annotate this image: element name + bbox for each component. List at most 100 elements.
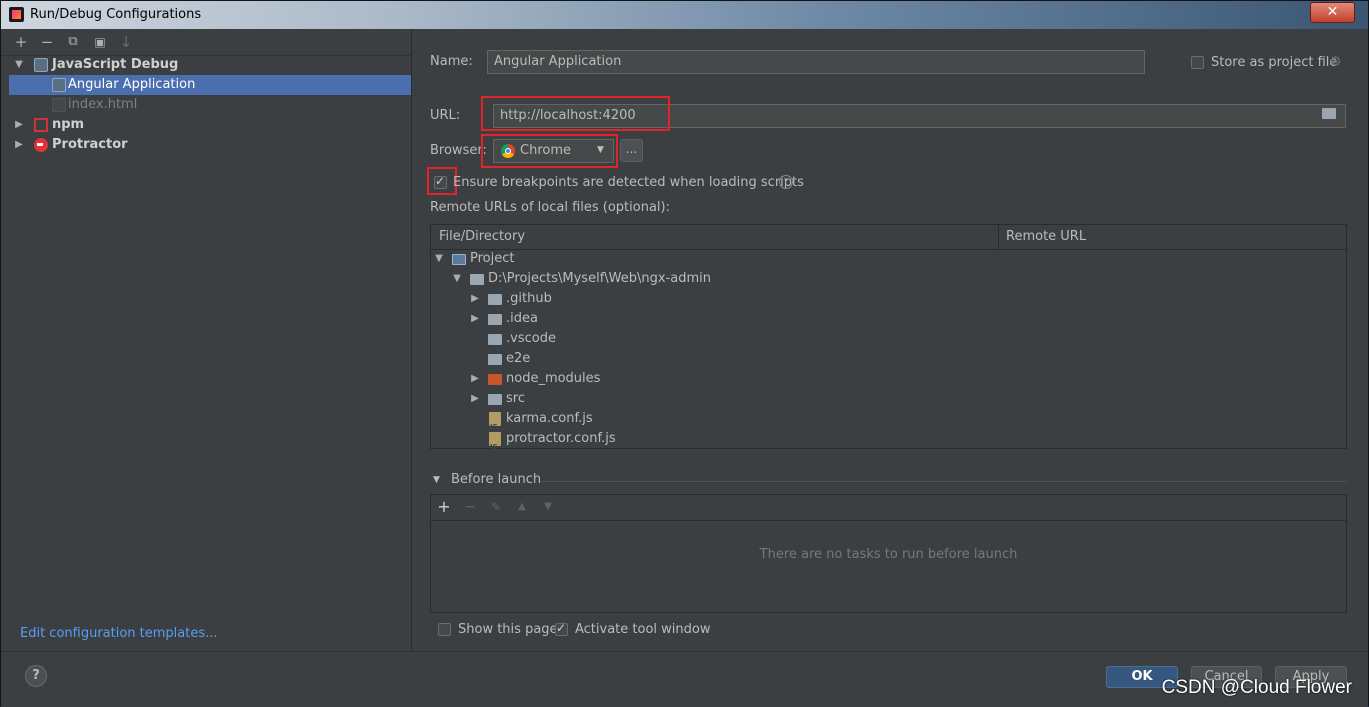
activate-tool-window-label: Activate tool window xyxy=(575,622,711,637)
before-launch-toolbar: + − ✎ ▲ ▼ xyxy=(431,495,1346,521)
chevron-right-icon[interactable]: ▶ xyxy=(470,389,480,409)
folder-icon xyxy=(488,354,502,365)
table-row[interactable]: ▶ src xyxy=(431,389,1346,409)
remove-task-button[interactable]: − xyxy=(461,498,479,516)
gear-icon[interactable]: ⚙ xyxy=(1329,54,1342,70)
name-label: Name: xyxy=(430,54,473,69)
tree-group-label: npm xyxy=(52,117,85,132)
add-config-button[interactable]: + xyxy=(12,33,30,51)
row-label: Project xyxy=(470,251,515,266)
folder-icon xyxy=(488,294,502,305)
column-file-directory[interactable]: File/Directory xyxy=(439,225,525,249)
tree-item-label: Angular Application xyxy=(68,77,196,92)
row-label: karma.conf.js xyxy=(506,411,593,426)
add-task-button[interactable]: + xyxy=(435,498,453,516)
close-button[interactable]: ✕ xyxy=(1310,2,1355,23)
new-folder-button[interactable]: ▣ xyxy=(91,33,109,51)
chevron-down-icon[interactable]: ▼ xyxy=(434,249,444,269)
intellij-app-icon xyxy=(9,7,24,22)
before-launch-title[interactable]: Before launch xyxy=(451,472,541,487)
tree-group-label: Protractor xyxy=(52,137,128,152)
move-down-button[interactable]: ▼ xyxy=(539,498,557,516)
ensure-breakpoints-label: Ensure breakpoints are detected when loa… xyxy=(453,175,804,190)
npm-icon xyxy=(34,118,48,132)
chevron-down-icon[interactable]: ▼ xyxy=(452,269,462,289)
chrome-icon xyxy=(501,144,515,158)
configuration-editor: Name: Angular Application Store as proje… xyxy=(412,29,1368,651)
help-icon[interactable]: ? xyxy=(779,175,793,189)
chevron-down-icon[interactable]: ▼ xyxy=(433,475,440,485)
table-row[interactable]: ▶ node_modules xyxy=(431,369,1346,389)
tree-item-label: index.html xyxy=(68,97,138,112)
chevron-right-icon[interactable]: ▶ xyxy=(14,135,24,155)
before-launch-panel: + − ✎ ▲ ▼ There are no tasks to run befo… xyxy=(430,494,1347,613)
table-row[interactable]: e2e xyxy=(431,349,1346,369)
remote-urls-table: File/Directory Remote URL ▼ Project ▼ D:… xyxy=(430,224,1347,457)
empty-tasks-message: There are no tasks to run before launch xyxy=(759,547,1018,562)
row-label: D:\Projects\Myself\Web\ngx-admin xyxy=(488,271,711,286)
sidebar-toolbar: + − ⧉ ▣ ↓ xyxy=(1,29,411,56)
folder-icon xyxy=(488,314,502,325)
remove-config-button[interactable]: − xyxy=(38,33,56,51)
folder-icon xyxy=(488,394,502,405)
chevron-down-icon[interactable]: ▼ xyxy=(14,55,24,75)
chevron-right-icon[interactable]: ▶ xyxy=(14,115,24,135)
js-file-icon xyxy=(489,412,501,437)
row-label: .vscode xyxy=(506,331,556,346)
row-label: .github xyxy=(506,291,552,306)
chevron-right-icon[interactable]: ▶ xyxy=(470,369,480,389)
tree-group-label: JavaScript Debug xyxy=(52,57,179,72)
window-title: Run/Debug Configurations xyxy=(30,7,202,22)
edit-configuration-templates-link[interactable]: Edit configuration templates... xyxy=(20,626,218,641)
javascript-debug-icon xyxy=(34,58,48,72)
browser-label: Browser: xyxy=(430,143,487,158)
copy-config-button[interactable]: ⧉ xyxy=(64,33,82,51)
url-input[interactable]: http://localhost:4200 xyxy=(493,104,1346,128)
table-header: File/Directory Remote URL xyxy=(431,225,1346,250)
title-bar: Run/Debug Configurations ✕ xyxy=(1,1,1368,29)
help-button[interactable]: ? xyxy=(25,665,47,687)
row-label: protractor.conf.js xyxy=(506,431,616,446)
activate-tool-window-checkbox[interactable] xyxy=(555,621,568,636)
table-row[interactable]: .vscode xyxy=(431,329,1346,349)
table-row[interactable]: ▼ D:\Projects\Myself\Web\ngx-admin xyxy=(431,269,1346,289)
tree-item-angular-application[interactable]: Angular Application xyxy=(9,75,411,95)
url-label: URL: xyxy=(430,108,461,123)
folder-icon xyxy=(470,274,484,285)
configuration-sidebar: + − ⧉ ▣ ↓ ▼ JavaScript Debug Angular App… xyxy=(1,29,412,651)
edit-task-button[interactable]: ✎ xyxy=(487,498,505,516)
column-remote-url[interactable]: Remote URL xyxy=(1006,225,1086,249)
tree-group-protractor[interactable]: ▶ Protractor xyxy=(9,135,411,155)
show-this-page-label: Show this page xyxy=(458,622,558,637)
tree-group-javascript-debug[interactable]: ▼ JavaScript Debug xyxy=(9,55,411,75)
table-row[interactable]: ▶ .github xyxy=(431,289,1346,309)
sort-button[interactable]: ↓ xyxy=(117,33,135,51)
row-label: src xyxy=(506,391,525,406)
show-this-page-checkbox[interactable] xyxy=(438,623,451,636)
ensure-breakpoints-checkbox[interactable] xyxy=(434,174,447,189)
chevron-right-icon[interactable]: ▶ xyxy=(470,289,480,309)
tree-group-npm[interactable]: ▶ npm xyxy=(9,115,411,135)
run-debug-dialog: Run/Debug Configurations ✕ + − ⧉ ▣ ↓ ▼ J… xyxy=(0,0,1369,707)
row-label: node_modules xyxy=(506,371,601,386)
chevron-down-icon[interactable]: ▼ xyxy=(597,145,604,155)
table-row[interactable]: ▶ .idea xyxy=(431,309,1346,329)
table-row[interactable]: ▼ Project xyxy=(431,249,1346,269)
browse-folder-icon[interactable] xyxy=(1322,108,1336,119)
tree-item-index-html[interactable]: index.html xyxy=(9,95,411,115)
row-label: .idea xyxy=(506,311,538,326)
table-row[interactable]: karma.conf.js xyxy=(431,409,1346,437)
move-up-button[interactable]: ▲ xyxy=(513,498,531,516)
watermark: CSDN @Cloud Flower xyxy=(1161,677,1352,698)
store-as-project-file-checkbox[interactable] xyxy=(1191,56,1204,69)
browser-settings-button[interactable]: ... xyxy=(620,139,643,162)
js-file-icon xyxy=(489,432,501,457)
name-input[interactable]: Angular Application xyxy=(487,50,1145,74)
store-as-project-file-label: Store as project file xyxy=(1211,55,1338,70)
excluded-folder-icon xyxy=(488,374,502,385)
javascript-debug-icon xyxy=(52,78,66,92)
folder-icon xyxy=(488,334,502,345)
chevron-right-icon[interactable]: ▶ xyxy=(470,309,480,329)
protractor-icon xyxy=(34,138,48,152)
table-row[interactable]: protractor.conf.js xyxy=(431,429,1346,457)
